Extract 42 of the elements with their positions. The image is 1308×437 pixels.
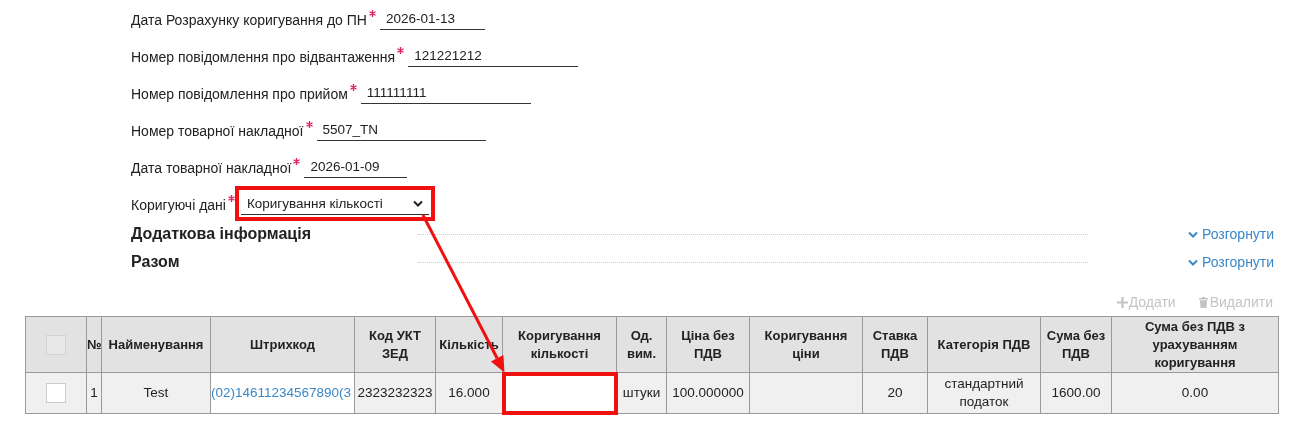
field-label: Номер повідомлення про відвантаження [131, 48, 396, 67]
column-header: Коригування ціни [749, 316, 863, 373]
table-cell: стандартний податок [927, 372, 1041, 414]
field-label: Номер товарної накладної [131, 122, 304, 141]
trash-icon [1197, 296, 1209, 308]
column-header: Сума без ПДВ з урахуванням коригування [1111, 316, 1279, 373]
column-header: Сума без ПДВ [1040, 316, 1112, 373]
editable-cell[interactable] [502, 372, 617, 414]
expand-link[interactable]: Розгорнути [1188, 226, 1275, 242]
input-field[interactable]: 111111111 [360, 83, 531, 104]
table-cell: 100.000000 [666, 372, 750, 414]
column-header: Ціна без ПДВ [666, 316, 750, 373]
column-header: Ставка ПДВ [862, 316, 928, 373]
table-cell: 1600.00 [1040, 372, 1112, 414]
table-cell: 0.00 [1111, 372, 1279, 414]
field-label: Дата Розрахунку коригування до ПН [131, 11, 367, 30]
section-title: Додаткова інформація [131, 225, 312, 243]
row-checkbox[interactable] [46, 383, 66, 403]
table-cell: штуки [616, 372, 667, 414]
table-cell: 16.000 [435, 372, 503, 414]
table-cell: Test [101, 372, 211, 414]
input-field[interactable]: 2026-01-13 [379, 9, 485, 30]
table-cell: 2323232323 [354, 372, 436, 414]
column-header: Код УКТ ЗЕД [354, 316, 436, 373]
expand-link[interactable]: Розгорнути [1188, 254, 1275, 270]
field-label: Коригуючі дані [131, 196, 226, 215]
barcode-link[interactable]: (02)14611234567890(3 [210, 372, 355, 414]
select-field[interactable]: Коригування кількості [240, 192, 429, 215]
input-field[interactable]: 2026-01-09 [304, 157, 408, 178]
plus-icon [1116, 296, 1128, 308]
column-header: Коригування кількості [502, 316, 617, 373]
input-field[interactable]: 121221212 [408, 46, 579, 67]
table-cell: 20 [862, 372, 928, 414]
section-title: Разом [131, 253, 181, 271]
field-label: Дата товарної накладної [131, 159, 292, 178]
column-header: Од. вим. [616, 316, 667, 373]
column-header: Найменування [101, 316, 211, 373]
column-header: Штрихкод [210, 316, 355, 373]
field-label: Номер повідомлення про прийом [131, 85, 348, 104]
chevron-down-icon [412, 199, 423, 207]
input-field[interactable]: 5507_TN [316, 120, 486, 141]
column-header: Категорія ПДВ [927, 316, 1041, 373]
